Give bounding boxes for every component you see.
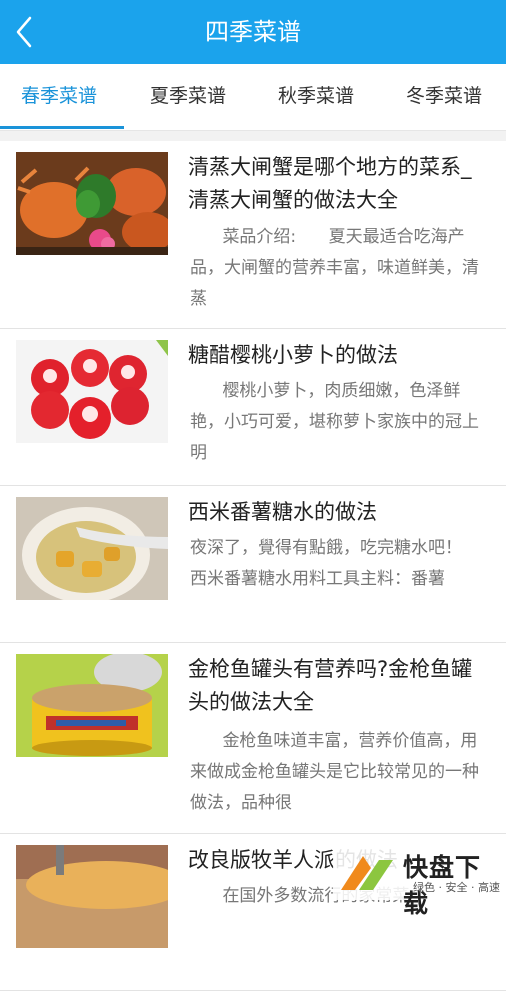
recipe-description: 菜品介绍: 夏天最适合吃海产品，大闸蟹的营养丰富，味道鲜美，清蒸 — [190, 227, 479, 309]
recipe-description: 樱桃小萝卜，肉质细嫩，色泽鲜艳，小巧可爱，堪称萝卜家族中的冠上明 — [190, 381, 479, 463]
recipe-title: 西米番薯糖水的做法 — [188, 500, 377, 524]
watermark-slogan: 绿色 · 安全 · 高速 — [413, 881, 500, 894]
tab-winter[interactable]: 冬季菜谱 — [382, 64, 506, 128]
divider — [0, 131, 506, 141]
shepherd-pie-image — [16, 845, 168, 948]
page-title: 四季菜谱 — [205, 18, 301, 46]
recipe-item[interactable]: 西米番薯糖水的做法 夜深了，覺得有點餓，吃完糖水吧！ 西米番薯糖水用料工具主料：… — [0, 486, 506, 643]
sweet-potato-soup-image — [16, 497, 168, 600]
steamed-crab-image — [16, 152, 168, 255]
recipe-description: 金枪鱼味道丰富，营养价值高，用来做成金枪鱼罐头是它比较常见的一种做法，品种很 — [190, 731, 479, 813]
tab-summer[interactable]: 夏季菜谱 — [126, 64, 250, 128]
recipe-item[interactable]: 清蒸大闸蟹是哪个地方的菜系_清蒸大闸蟹的做法大全 菜品介绍: 夏天最适合吃海产品… — [0, 141, 506, 329]
recipe-description: 夜深了，覺得有點餓，吃完糖水吧！ 西米番薯糖水用料工具主料：番薯 — [190, 538, 495, 589]
tab-autumn[interactable]: 秋季菜谱 — [254, 64, 378, 128]
watermark-logo-icon — [341, 856, 393, 890]
recipe-item[interactable]: 糖醋樱桃小萝卜的做法 樱桃小萝卜，肉质细嫩，色泽鲜艳，小巧可爱，堪称萝卜家族中的… — [0, 329, 506, 486]
radish-image — [16, 340, 168, 443]
recipe-title: 清蒸大闸蟹是哪个地方的菜系_清蒸大闸蟹的做法大全 — [188, 155, 472, 212]
recipe-title: 糖醋樱桃小萝卜的做法 — [188, 343, 398, 367]
recipe-title: 金枪鱼罐头有营养吗?金枪鱼罐头的做法大全 — [188, 657, 473, 714]
tab-spring[interactable]: 春季菜谱 — [0, 64, 118, 128]
recipe-item[interactable]: 金枪鱼罐头有营养吗?金枪鱼罐头的做法大全 金枪鱼味道丰富，营养价值高，用来做成金… — [0, 643, 506, 834]
active-tab-indicator — [0, 126, 124, 129]
season-tabs: 春季菜谱 夏季菜谱 秋季菜谱 冬季菜谱 — [0, 64, 506, 131]
app-header: 四季菜谱 — [0, 0, 506, 64]
tuna-can-image — [16, 654, 168, 757]
watermark: 快盘下载 绿色 · 安全 · 高速 — [333, 846, 506, 918]
